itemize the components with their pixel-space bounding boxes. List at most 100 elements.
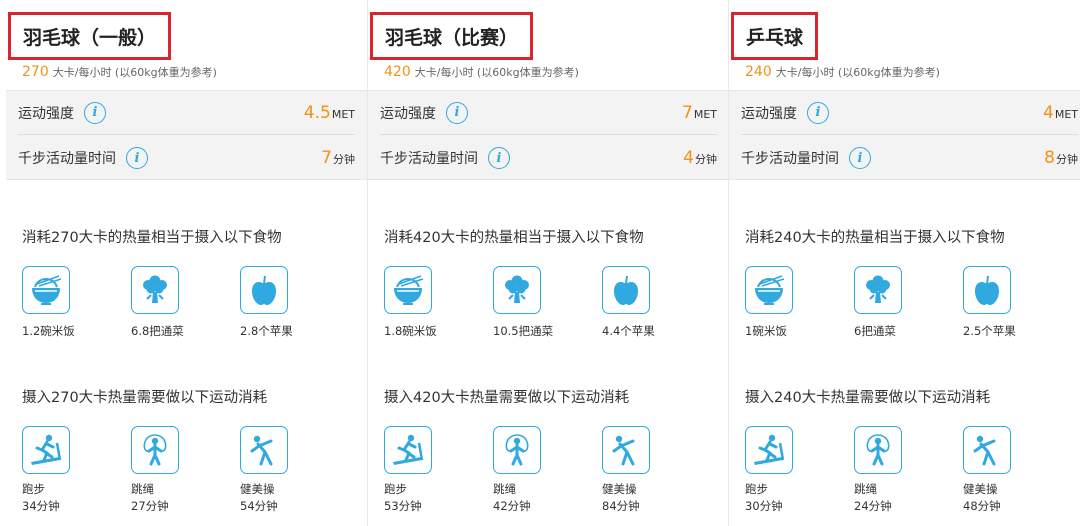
exercise-minutes: 48分钟: [963, 499, 1001, 513]
exercise-minutes: 27分钟: [131, 499, 169, 513]
kcal-value: 240: [745, 64, 772, 80]
food-list: 1.8碗米饭 10.5把通菜 4.4个苹果: [384, 266, 724, 356]
food-item[interactable]: 2.5个苹果: [963, 266, 1063, 339]
title-highlight-box: 乒乓球: [731, 12, 819, 60]
exercise-list: 跑步 30分钟 跳绳 24分钟 健美操 48分钟: [745, 426, 1080, 516]
intensity-label: 运动强度: [380, 105, 436, 122]
food-item[interactable]: 1碗米饭: [745, 266, 845, 339]
food-label: 1.8碗米饭: [384, 324, 437, 338]
intensity-value: 4: [1043, 102, 1054, 123]
sport-card-1: 羽毛球（比赛） 420 大卡/每小时 (以60kg体重为参考) 运动强度 i 7ME…: [367, 0, 729, 526]
exercise-minutes: 42分钟: [493, 499, 531, 513]
food-list: 1碗米饭 6把通菜 2.5个苹果: [745, 266, 1080, 356]
intensity-unit: MET: [1054, 107, 1078, 121]
steps-row: 千步活动量时间 i 4分钟: [380, 136, 717, 180]
rice-bowl-icon: [22, 266, 70, 314]
kcal-note: 大卡/每小时 (以60kg体重为参考): [775, 66, 940, 79]
steps-label: 千步活动量时间: [18, 151, 116, 167]
apple-icon: [602, 266, 650, 314]
food-label: 4.4个苹果: [602, 324, 655, 338]
exercise-label: 跑步: [745, 482, 768, 496]
kcal-subtitle: 270 大卡/每小时 (以60kg体重为参考): [22, 64, 217, 80]
broccoli-icon: [854, 266, 902, 314]
info-icon[interactable]: i: [126, 147, 148, 169]
running-icon: [384, 426, 432, 474]
kcal-note: 大卡/每小时 (以60kg体重为参考): [52, 66, 217, 79]
steps-label: 千步活动量时间: [380, 151, 478, 167]
food-item[interactable]: 1.8碗米饭: [384, 266, 484, 339]
food-item[interactable]: 6.8把通菜: [131, 266, 231, 339]
exercise-minutes: 84分钟: [602, 499, 640, 513]
food-section-title: 消耗270大卡的热量相当于摄入以下食物: [22, 230, 282, 246]
exercise-list: 跑步 34分钟 跳绳 27分钟 健美操 54分钟: [22, 426, 362, 516]
stats-block: 运动强度 i 4MET 千步活动量时间 i 8分钟: [729, 90, 1080, 180]
intensity-unit: MET: [331, 107, 355, 121]
sport-card-2: 乒乓球 240 大卡/每小时 (以60kg体重为参考) 运动强度 i 4MET 千步…: [728, 0, 1080, 526]
intensity-row: 运动强度 i 4.5MET: [18, 91, 355, 135]
exercise-item[interactable]: 跳绳 24分钟: [854, 426, 954, 515]
info-icon[interactable]: i: [446, 101, 468, 124]
exercise-item[interactable]: 健美操 48分钟: [963, 426, 1063, 515]
kcal-value: 270: [22, 64, 49, 80]
jump-rope-icon: [131, 426, 179, 474]
exercise-minutes: 34分钟: [22, 499, 60, 513]
broccoli-icon: [131, 266, 179, 314]
exercise-list: 跑步 53分钟 跳绳 42分钟 健美操 84分钟: [384, 426, 724, 516]
title-highlight-box: 羽毛球（一般）: [8, 12, 172, 60]
exercise-minutes: 53分钟: [384, 499, 422, 513]
exercise-label: 跳绳: [493, 482, 516, 496]
exercise-item[interactable]: 跑步 34分钟: [22, 426, 122, 515]
food-label: 2.8个苹果: [240, 324, 293, 338]
rice-bowl-icon: [384, 266, 432, 314]
exercise-item[interactable]: 跳绳 27分钟: [131, 426, 231, 515]
exercise-label: 跳绳: [131, 482, 154, 496]
exercise-label: 跳绳: [854, 482, 877, 496]
food-label: 10.5把通菜: [493, 324, 554, 338]
apple-icon: [240, 266, 288, 314]
exercise-item[interactable]: 跑步 53分钟: [384, 426, 484, 515]
jump-rope-icon: [854, 426, 902, 474]
food-section-title: 消耗240大卡的热量相当于摄入以下食物: [745, 230, 1005, 246]
apple-icon: [963, 266, 1011, 314]
sport-title: 羽毛球（一般）: [23, 26, 157, 49]
food-item[interactable]: 2.8个苹果: [240, 266, 340, 339]
food-item[interactable]: 4.4个苹果: [602, 266, 702, 339]
food-label: 1碗米饭: [745, 324, 787, 338]
kcal-subtitle: 420 大卡/每小时 (以60kg体重为参考): [384, 64, 579, 80]
food-item[interactable]: 6把通菜: [854, 266, 954, 339]
exercise-section-title: 摄入420大卡热量需要做以下运动消耗: [384, 390, 630, 406]
kcal-value: 420: [384, 64, 411, 80]
info-icon[interactable]: i: [807, 101, 829, 124]
steps-unit: 分钟: [695, 153, 717, 166]
food-item[interactable]: 10.5把通菜: [493, 266, 593, 339]
steps-label: 千步活动量时间: [741, 151, 839, 167]
exercise-item[interactable]: 跑步 30分钟: [745, 426, 845, 515]
exercise-item[interactable]: 跳绳 42分钟: [493, 426, 593, 515]
steps-unit: 分钟: [333, 153, 355, 166]
aerobics-icon: [602, 426, 650, 474]
kcal-note: 大卡/每小时 (以60kg体重为参考): [414, 66, 579, 79]
exercise-label: 健美操: [240, 482, 275, 496]
sport-title: 乒乓球: [746, 26, 804, 49]
exercise-item[interactable]: 健美操 84分钟: [602, 426, 702, 515]
info-icon[interactable]: i: [84, 101, 106, 124]
food-label: 2.5个苹果: [963, 324, 1016, 338]
exercise-item[interactable]: 健美操 54分钟: [240, 426, 340, 515]
steps-unit: 分钟: [1056, 153, 1078, 166]
food-label: 6把通菜: [854, 324, 896, 338]
intensity-value: 7: [682, 102, 693, 123]
steps-value: 8: [1044, 148, 1055, 168]
stats-block: 运动强度 i 7MET 千步活动量时间 i 4分钟: [368, 90, 729, 180]
intensity-row: 运动强度 i 7MET: [380, 91, 717, 135]
steps-row: 千步活动量时间 i 8分钟: [741, 136, 1078, 180]
exercise-label: 跑步: [384, 482, 407, 496]
info-icon[interactable]: i: [488, 147, 510, 169]
info-icon[interactable]: i: [849, 147, 871, 169]
intensity-value: 4.5: [303, 102, 331, 123]
food-label: 6.8把通菜: [131, 324, 184, 338]
aerobics-icon: [963, 426, 1011, 474]
broccoli-icon: [493, 266, 541, 314]
sport-title: 羽毛球（比赛）: [385, 26, 519, 49]
intensity-unit: MET: [693, 107, 717, 121]
food-item[interactable]: 1.2碗米饭: [22, 266, 122, 339]
